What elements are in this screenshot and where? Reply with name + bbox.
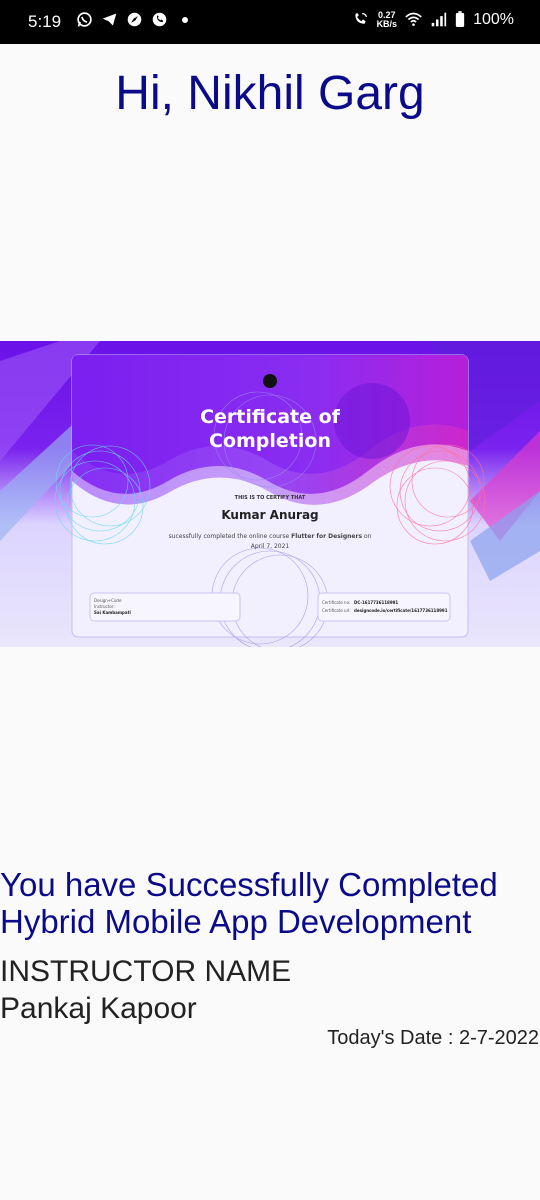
- status-time: 5:19: [28, 12, 62, 31]
- cert-org: Design+Code: [94, 598, 122, 603]
- completion-message: You have Successfully Completed Hybrid M…: [0, 866, 540, 940]
- certificate-image: Certificate of Completion THIS IS TO CER…: [0, 341, 540, 647]
- cert-course-name: Flutter for Designers: [291, 533, 362, 540]
- certificate-graphic: Certificate of Completion THIS IS TO CER…: [0, 341, 540, 647]
- todays-date: Today's Date : 2-7-2022: [327, 1027, 539, 1049]
- signal-icon: [431, 12, 447, 27]
- completion-line1: You have Successfully Completed: [0, 866, 498, 903]
- battery-icon: [455, 11, 465, 27]
- cert-url: designcode.io/certificate/1617736118991: [354, 608, 448, 613]
- dot-icon: [182, 16, 188, 23]
- cert-course-prefix: sucessfully completed the online course: [169, 533, 292, 540]
- greeting-title: Hi, Nikhil Garg: [115, 67, 425, 120]
- wifi-icon: [405, 12, 422, 26]
- cert-certify-text: THIS IS TO CERTIFY THAT: [235, 495, 306, 501]
- instructor-name: Pankaj Kapoor: [0, 992, 197, 1025]
- call-wifi-icon: [354, 12, 367, 24]
- cert-course-suffix: on: [362, 533, 372, 540]
- cert-url-label: Certificate url:: [322, 608, 351, 613]
- cert-instructor-label: Instructor:: [94, 604, 115, 609]
- cert-instructor-name: Sai Kambampati: [94, 610, 132, 615]
- system-icons: 0.27 KB/s 100%: [352, 10, 514, 29]
- network-speed: 0.27 KB/s: [376, 10, 398, 29]
- course-name: Hybrid Mobile App Development: [0, 903, 472, 940]
- cert-title-line2: Completion: [209, 430, 331, 452]
- instructor-heading: INSTRUCTOR NAME: [0, 955, 292, 988]
- cert-no-label: Certificate no:: [322, 600, 350, 605]
- cert-course-line: sucessfully completed the online course …: [169, 533, 372, 540]
- cert-date: April 7, 2021: [251, 543, 290, 550]
- battery-percent: 100%: [473, 10, 514, 28]
- cert-recipient: Kumar Anurag: [221, 508, 318, 522]
- telegram-icon: [102, 13, 117, 26]
- compass-icon: [127, 12, 142, 27]
- phone-icon: [152, 12, 167, 27]
- notification-icons: [76, 11, 188, 28]
- whatsapp-icon: [77, 12, 92, 27]
- cert-title-line1: Certificate of: [200, 406, 341, 428]
- designcode-logo-icon: [263, 374, 277, 388]
- speed-unit: KB/s: [376, 18, 398, 29]
- cert-no: DC-1617736118991: [354, 600, 398, 605]
- status-bar: 5:19 0.27 KB/s 100%: [0, 0, 540, 44]
